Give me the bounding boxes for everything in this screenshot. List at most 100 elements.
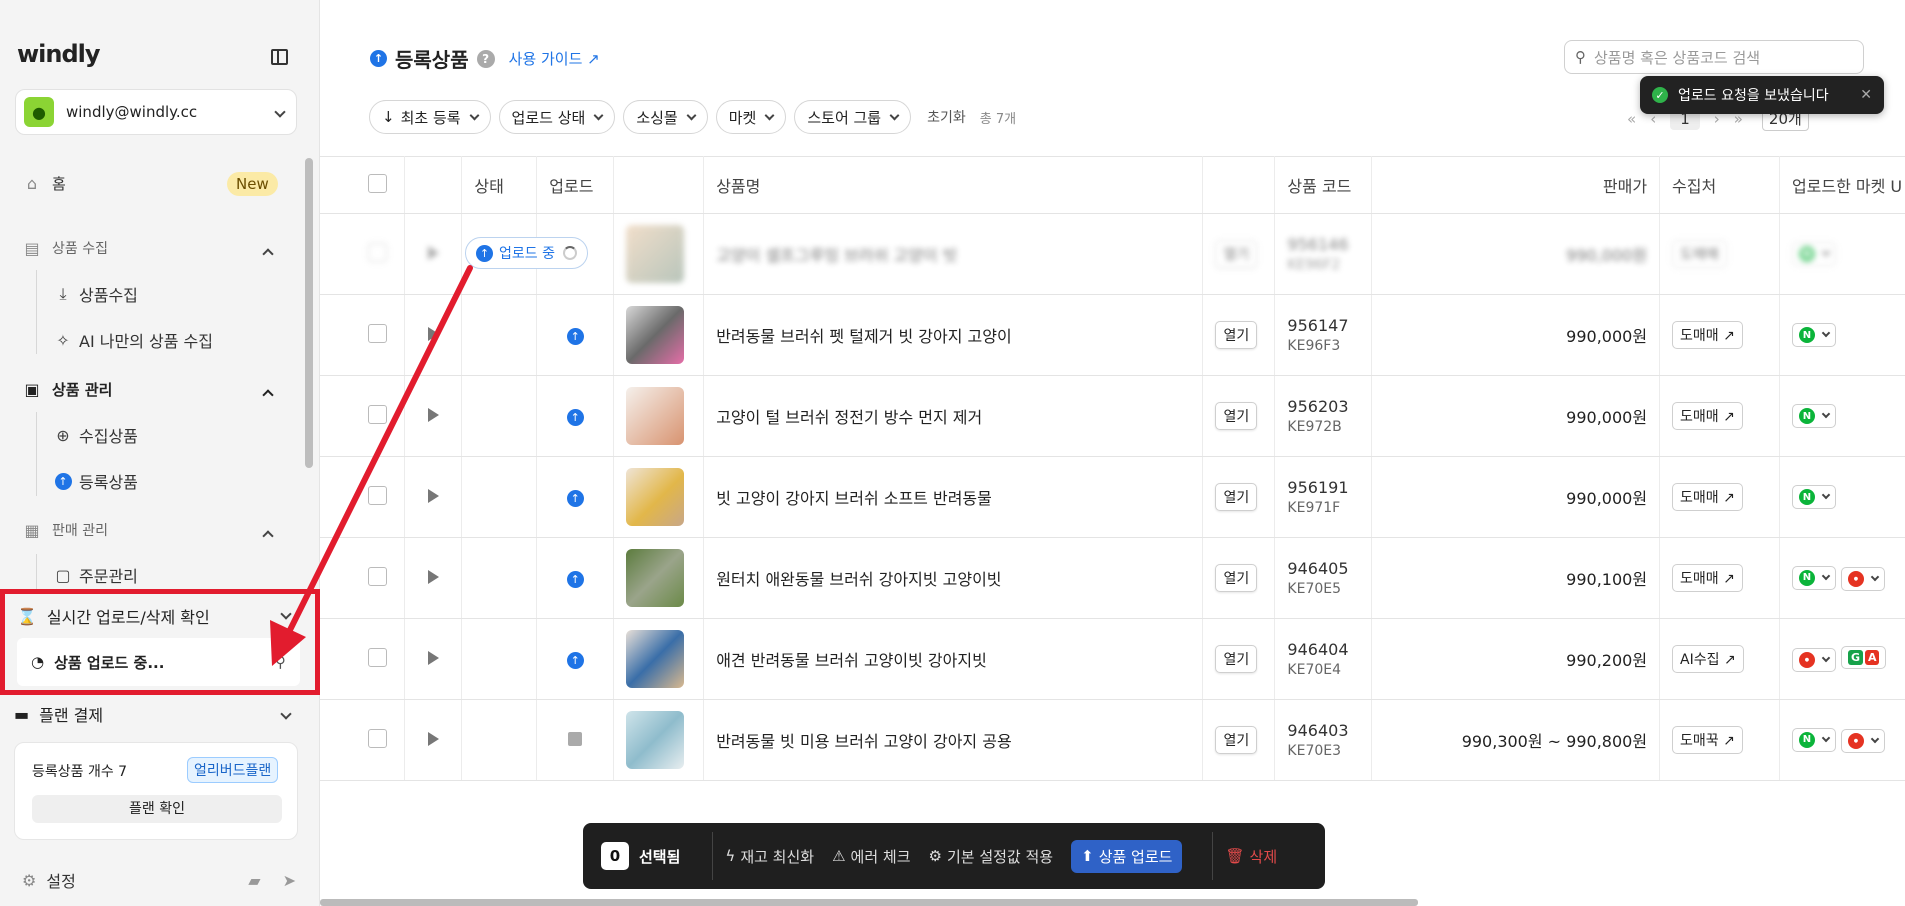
guide-link[interactable]: 사용 가이드 ↗ <box>509 48 600 69</box>
chevron-down-icon[interactable] <box>280 608 292 620</box>
sidebar-item-ai-collect[interactable]: ✧ AI 나만의 상품 수집 <box>53 328 213 352</box>
play-icon[interactable] <box>427 326 439 341</box>
realtime-title-label: 실시간 업로드/삭제 확인 <box>46 608 210 627</box>
filter-sourcing-mall[interactable]: 소싱몰 <box>623 100 708 134</box>
source-link[interactable]: 도매매 <box>1672 240 1727 268</box>
source-link[interactable]: AI수집 ↗ <box>1672 645 1744 673</box>
delete-button[interactable]: 🗑 삭제 <box>1225 846 1277 867</box>
play-icon[interactable] <box>427 488 439 503</box>
plan-section-header[interactable]: ▬ 플랜 결제 <box>14 702 296 726</box>
realtime-upload-item[interactable]: ◔ 상품 업로드 중... ⚲ <box>17 638 300 686</box>
market-dropdown[interactable]: N <box>1791 242 1836 267</box>
checkbox[interactable] <box>368 728 387 748</box>
checkbox[interactable] <box>368 404 387 424</box>
header-select-all[interactable] <box>320 156 406 214</box>
sidebar-item-home[interactable]: ⌂ 홈 <box>22 173 66 194</box>
upload-products-button[interactable]: ⬆ 상품 업로드 <box>1071 839 1183 873</box>
play-icon[interactable] <box>427 731 439 746</box>
open-button[interactable]: 열기 <box>1215 321 1258 349</box>
close-icon[interactable]: ✕ <box>1860 87 1872 103</box>
source-link[interactable]: 도매매 ↗ <box>1672 321 1743 349</box>
play-icon[interactable] <box>427 245 439 260</box>
checkbox[interactable] <box>368 566 387 586</box>
sidebar-section-sales[interactable]: ▦ 판매 관리 <box>22 520 108 540</box>
table-row[interactable]: ↑ 빗 고양이 강아지 브러쉬 소프트 반려동물 열기 956191 KE971F… <box>320 456 1905 538</box>
product-name: 반려동물 브러쉬 펫 털제거 빗 강아지 고양이 <box>703 294 1204 376</box>
play-icon[interactable] <box>427 569 439 584</box>
open-button[interactable]: 열기 <box>1215 726 1258 754</box>
source-link[interactable]: 도매매 ↗ <box>1672 402 1743 430</box>
header-name[interactable]: 상품명 <box>703 156 1204 214</box>
header-price[interactable]: 판매가 <box>1371 156 1661 214</box>
market-dropdown[interactable]: ● <box>1840 729 1885 753</box>
checkbox[interactable] <box>368 647 387 667</box>
source-link[interactable]: 도매꾹 ↗ <box>1672 726 1743 754</box>
sidebar-section-manage[interactable]: ▣ 상품 관리 <box>22 379 112 400</box>
upload-circle-icon: ↑ <box>53 472 73 490</box>
market-dropdown[interactable]: N <box>1791 565 1836 590</box>
play-icon[interactable] <box>427 407 439 422</box>
sidebar-scrollbar[interactable] <box>305 158 313 468</box>
plan-check-button[interactable]: 플랜 확인 <box>32 795 282 823</box>
send-icon[interactable]: ➤ <box>283 871 296 890</box>
account-selector[interactable]: ● windly@windly.cc <box>15 89 297 135</box>
table-row[interactable]: ↑ 애견 반려동물 브러쉬 고양이빗 강아지빗 열기 946404 KE70E4 … <box>320 618 1905 700</box>
play-icon[interactable] <box>427 650 439 665</box>
chevron-up-icon[interactable] <box>262 389 274 401</box>
table-row[interactable]: ↑ 고양이 털 브러쉬 정전기 방수 먼지 제거 열기 956203 KE972B… <box>320 375 1905 457</box>
open-button[interactable]: 열기 <box>1215 564 1258 592</box>
sidebar-item-collected[interactable]: ⊕ 수집상품 <box>53 423 138 447</box>
checkbox[interactable] <box>368 485 387 505</box>
sidebar-item-product-collect[interactable]: ⤓ 상품수집 <box>53 282 137 306</box>
open-button[interactable]: 열기 <box>1215 402 1258 430</box>
product-subcode: KE96F2 <box>1287 257 1341 273</box>
market-dropdown[interactable]: ● <box>1840 567 1885 591</box>
table-row[interactable]: ↑ 원터치 애완동물 브러쉬 강아지빗 고양이빗 열기 946405 KE70E5… <box>320 537 1905 619</box>
source-link[interactable]: 도매매 ↗ <box>1672 564 1743 592</box>
naver-icon: N <box>1798 246 1815 263</box>
apply-defaults-button[interactable]: ⚙ 기본 설정값 적용 <box>929 846 1054 867</box>
chevron-up-icon[interactable] <box>262 248 274 260</box>
market-dropdown[interactable]: N <box>1791 727 1836 752</box>
header-market: 업로드한 마켓 U <box>1779 156 1905 214</box>
search-input[interactable]: ⚲ 상품명 혹은 상품코드 검색 <box>1564 40 1864 74</box>
market-dropdown[interactable]: N <box>1791 485 1836 510</box>
total-count: 총 7개 <box>979 111 1017 127</box>
refresh-stock-button[interactable]: ϟ 재고 최신화 <box>725 846 814 867</box>
realtime-title[interactable]: ⌛ 실시간 업로드/삭제 확인 <box>17 604 210 628</box>
market-dropdown[interactable]: N <box>1791 323 1836 348</box>
table-row[interactable]: ↑ 반려동물 브러쉬 펫 털제거 빗 강아지 고양이 열기 956147 KE96… <box>320 294 1905 376</box>
plan-card: 등록상품 개수 7 얼리버드플랜 플랜 확인 <box>14 742 298 840</box>
help-icon[interactable]: ? <box>476 49 495 68</box>
sidebar-toggle-icon[interactable] <box>271 49 288 65</box>
sidebar-item-registered[interactable]: ↑ 등록상품 <box>53 469 138 493</box>
market-dropdown[interactable]: ● <box>1791 648 1836 672</box>
open-button[interactable]: 열기 <box>1215 645 1258 673</box>
open-button[interactable]: 열기 <box>1215 240 1258 268</box>
source-link[interactable]: 도매매 ↗ <box>1672 483 1743 511</box>
reset-button[interactable]: 초기화 <box>927 107 966 127</box>
sidebar-item-settings[interactable]: ⚙ 설정 ▰ ➤ <box>22 868 302 892</box>
checkbox[interactable] <box>368 323 387 343</box>
chevron-up-icon[interactable] <box>262 530 274 542</box>
sidebar-item-orders[interactable]: ▢ 주문관리 <box>53 563 137 587</box>
checkbox[interactable] <box>368 173 387 193</box>
filter-store-group[interactable]: 스토어 그룹 <box>794 100 912 134</box>
chat-icon[interactable]: ▰ <box>248 871 260 890</box>
market-dropdown[interactable]: GA <box>1840 646 1887 669</box>
horizontal-scrollbar[interactable] <box>320 899 1418 906</box>
market-dropdown[interactable]: N <box>1791 404 1836 429</box>
filter-market[interactable]: 마켓 <box>715 100 787 134</box>
first-page-button[interactable]: « <box>1627 110 1636 128</box>
sidebar-section-collect[interactable]: ▤ 상품 수집 <box>22 238 108 258</box>
header-code[interactable]: 상품 코드 <box>1274 156 1373 214</box>
filter-upload-status[interactable]: 업로드 상태 <box>498 100 616 134</box>
error-check-button[interactable]: ⚠ 에러 체크 <box>832 846 910 867</box>
app-root: windly ● windly@windly.cc ⌂ 홈 New ▤ 상품 수… <box>0 0 1905 906</box>
search-icon[interactable]: ⚲ <box>275 653 286 671</box>
external-link-icon: ↗ <box>1723 571 1735 587</box>
sort-dropdown[interactable]: ↓ 최초 등록 <box>369 100 491 134</box>
checkbox[interactable] <box>368 242 387 262</box>
table-row[interactable]: 반려동물 빗 미용 브러쉬 고양이 강아지 공용 열기 946403 KE70E3… <box>320 699 1905 781</box>
open-button[interactable]: 열기 <box>1215 483 1258 511</box>
